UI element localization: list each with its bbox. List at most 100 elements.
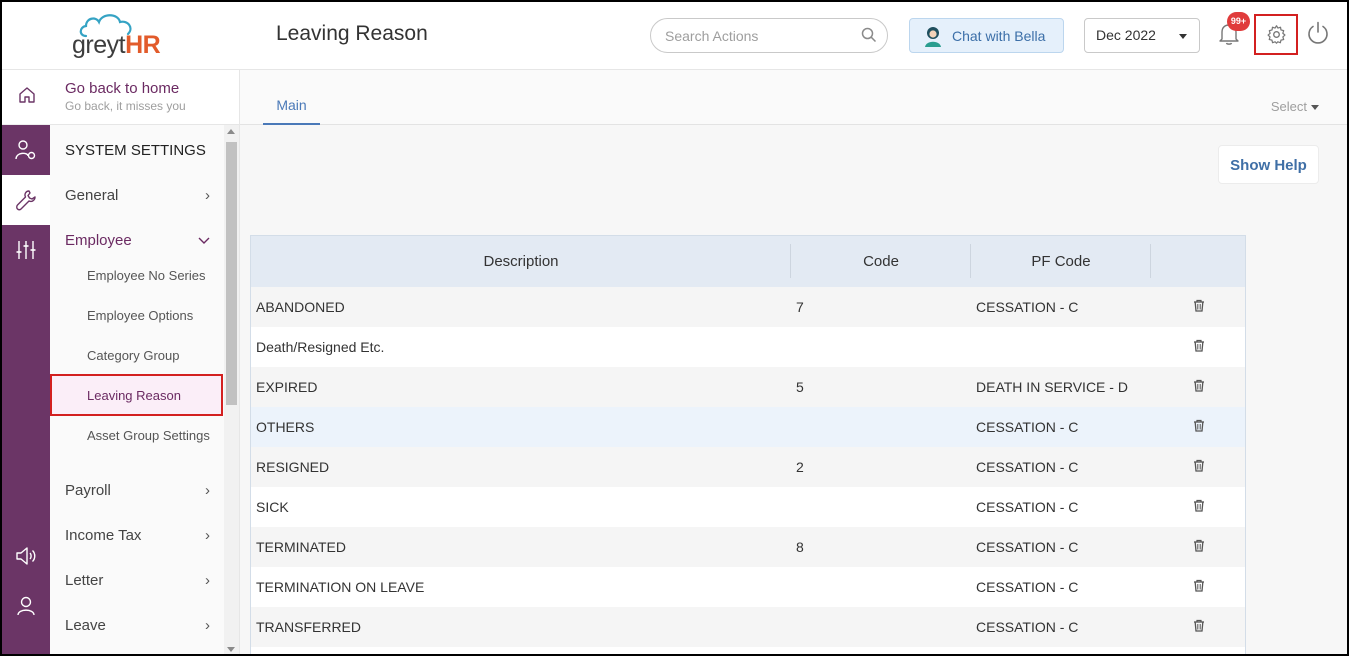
rail-profile[interactable] <box>2 581 50 631</box>
trash-icon[interactable] <box>1193 499 1205 512</box>
search-box[interactable] <box>650 18 888 53</box>
notification-badge: 99+ <box>1227 12 1250 31</box>
caret-down-icon <box>1311 105 1319 111</box>
settings-button[interactable] <box>1254 14 1298 55</box>
cell-description: TRANSFERRED <box>256 619 362 635</box>
select-dropdown[interactable]: Select <box>1271 99 1319 114</box>
cell-description: EXPIRED <box>256 379 318 395</box>
trash-icon[interactable] <box>1193 539 1205 552</box>
delete-cell <box>1151 367 1245 407</box>
tab-main[interactable]: Main <box>263 97 320 125</box>
chevron-right-icon: › <box>205 617 210 634</box>
cell-description: TERMINATED <box>256 539 346 555</box>
show-help-button[interactable]: Show Help <box>1218 145 1319 184</box>
column-header-description[interactable]: Description <box>251 236 791 287</box>
chevron-down-icon <box>198 232 210 249</box>
cell-pf-code: CESSATION - C <box>976 499 1079 515</box>
wrench-icon <box>16 190 36 211</box>
trash-icon[interactable] <box>1193 339 1205 352</box>
chevron-right-icon: › <box>205 482 210 499</box>
cell-description: OTHERS <box>256 419 315 435</box>
rail-system-settings[interactable] <box>2 175 50 225</box>
cell-description: ABANDONED <box>256 299 345 315</box>
trash-icon[interactable] <box>1193 619 1205 632</box>
table-row[interactable]: Death/Resigned Etc. <box>251 327 1245 367</box>
rail-home[interactable] <box>2 70 50 125</box>
cell-code: 8 <box>796 539 804 555</box>
nav-label: General <box>65 187 119 204</box>
table-row[interactable]: TERMINATED 8 CESSATION - C <box>251 527 1245 567</box>
nav-item-general[interactable]: General › <box>65 187 210 204</box>
month-selector[interactable]: Dec 2022 <box>1084 18 1200 53</box>
table-row[interactable]: ABANDONED 7 CESSATION - C <box>251 287 1245 327</box>
table-row[interactable]: TRANSFERRED CESSATION - C <box>251 607 1245 647</box>
cell-pf-code: CESSATION - C <box>976 619 1079 635</box>
scrollbar-thumb[interactable] <box>226 142 237 405</box>
scroll-down-icon[interactable] <box>227 647 235 652</box>
table-row[interactable]: SICK CESSATION - C <box>251 487 1245 527</box>
nav-item-payroll[interactable]: Payroll › <box>65 482 210 499</box>
nav-label: Letter <box>65 572 104 589</box>
search-input[interactable] <box>665 26 855 46</box>
nav-item-employee[interactable]: Employee <box>65 232 210 249</box>
nav-item-leave[interactable]: Leave › <box>65 617 210 634</box>
nav-sub-leaving-reason[interactable]: Leaving Reason <box>50 374 223 416</box>
column-header-pf-code[interactable]: PF Code <box>971 236 1151 287</box>
rail-controls[interactable] <box>2 225 50 275</box>
tab-bar: Main Select <box>240 70 1349 125</box>
icon-rail <box>2 70 50 656</box>
sliders-icon <box>16 241 36 259</box>
column-header-actions <box>1151 236 1245 287</box>
month-value: Dec 2022 <box>1096 27 1156 43</box>
rail-user-settings[interactable] <box>2 125 50 175</box>
top-header: greytHR Leaving Reason Chat with Bella D… <box>0 0 1349 70</box>
trash-icon[interactable] <box>1193 459 1205 472</box>
go-back-title: Go back to home <box>65 80 180 97</box>
section-title: SYSTEM SETTINGS <box>65 142 206 159</box>
scroll-up-icon[interactable] <box>227 129 235 134</box>
nav-label: Payroll <box>65 482 111 499</box>
cell-pf-code: CESSATION - C <box>976 419 1079 435</box>
table-header-row: Description Code PF Code <box>251 236 1245 287</box>
power-icon[interactable] <box>1306 21 1330 45</box>
table-row[interactable]: OTHERS CESSATION - C <box>251 407 1245 447</box>
chevron-right-icon: › <box>205 187 210 204</box>
cell-code <box>791 327 971 367</box>
trash-icon[interactable] <box>1193 299 1205 312</box>
home-icon <box>19 87 35 103</box>
table-row[interactable]: EXPIRED 5 DEATH IN SERVICE - D <box>251 367 1245 407</box>
nav-sub-asset-group-settings[interactable]: Asset Group Settings <box>87 428 210 443</box>
nav-item-letter[interactable]: Letter › <box>65 572 210 589</box>
cell-code: 2 <box>796 459 804 475</box>
cell-code <box>791 407 971 447</box>
nav-item-income-tax[interactable]: Income Tax › <box>65 527 210 544</box>
delete-cell <box>1151 487 1245 527</box>
table-row[interactable]: TERMINATION ON LEAVE CESSATION - C <box>251 567 1245 607</box>
delete-cell <box>1151 527 1245 567</box>
nav-label: Leave <box>65 617 106 634</box>
rail-announcements[interactable] <box>2 531 50 581</box>
nav-sub-employee-options[interactable]: Employee Options <box>87 308 193 323</box>
nav-label: Income Tax <box>65 527 142 544</box>
cell-code <box>791 567 971 607</box>
cell-pf-code: CESSATION - C <box>976 459 1079 475</box>
nav-sub-category-group[interactable]: Category Group <box>87 348 180 363</box>
column-header-code[interactable]: Code <box>791 236 971 287</box>
search-icon[interactable] <box>861 27 877 43</box>
chat-with-bella-button[interactable]: Chat with Bella <box>909 18 1064 53</box>
nav-sub-employee-no-series[interactable]: Employee No Series <box>87 268 206 283</box>
chevron-right-icon: › <box>205 572 210 589</box>
trash-icon[interactable] <box>1193 379 1205 392</box>
cell-code <box>791 487 971 527</box>
table-row[interactable]: RESIGNED 2 CESSATION - C <box>251 447 1245 487</box>
cell-description: SICK <box>256 499 289 515</box>
sidebar-scrollbar[interactable] <box>224 125 239 656</box>
trash-icon[interactable] <box>1193 419 1205 432</box>
leaving-reason-table: Description Code PF Code ABANDONED 7 CESSA… <box>250 235 1246 656</box>
go-back-home[interactable]: Go back to home Go back, it misses you <box>50 70 239 125</box>
greythr-logo[interactable]: greytHR <box>70 12 185 60</box>
main-content: Main Select Show Help Description Code P… <box>240 70 1349 656</box>
cell-code <box>791 607 971 647</box>
nav-sub-label: Leaving Reason <box>87 388 181 403</box>
trash-icon[interactable] <box>1193 579 1205 592</box>
